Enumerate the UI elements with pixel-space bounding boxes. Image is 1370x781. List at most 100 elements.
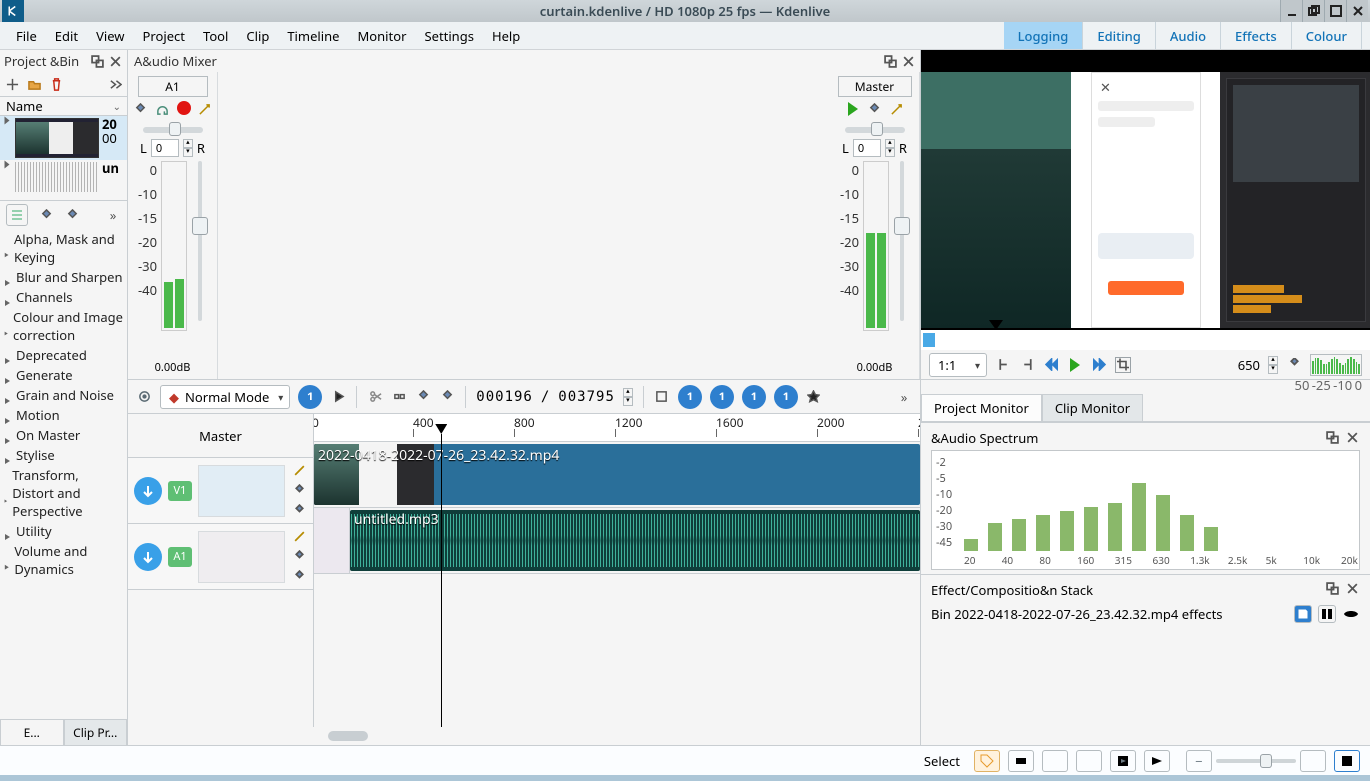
- effects-node[interactable]: Channels: [2, 287, 125, 307]
- effects-node[interactable]: Transform, Distort and Perspective: [2, 465, 125, 521]
- status-tag-icon[interactable]: [974, 750, 1000, 772]
- master-volume-fader[interactable]: [893, 161, 909, 331]
- mix-chip-3[interactable]: 1: [742, 385, 766, 409]
- monitor-zoom-dropdown[interactable]: 1:1: [929, 353, 987, 377]
- mark-in-icon[interactable]: [995, 357, 1011, 373]
- new-folder-icon[interactable]: [26, 76, 42, 92]
- status-preview-icon[interactable]: [1110, 750, 1136, 772]
- status-timeline-icon[interactable]: [1042, 750, 1068, 772]
- panel-float-icon[interactable]: [1325, 429, 1341, 445]
- monitor-frame-spin[interactable]: ▴▾: [1268, 356, 1278, 374]
- track-fx2-icon[interactable]: [291, 483, 307, 499]
- mix-chip-1[interactable]: 1: [678, 385, 702, 409]
- stack-save-icon[interactable]: [1294, 605, 1312, 623]
- timeline-tracks[interactable]: 0400800120016002000240 2022-0418-2022-07…: [314, 414, 920, 727]
- expand-icon[interactable]: [2, 118, 12, 123]
- master-pan-spin[interactable]: ▴▾: [885, 139, 895, 157]
- window-min-button[interactable]: [1280, 0, 1302, 22]
- window-close-button[interactable]: [1346, 0, 1368, 22]
- workspace-colour[interactable]: Colour: [1292, 22, 1362, 49]
- effects-node[interactable]: On Master: [2, 425, 125, 445]
- menu-settings[interactable]: Settings: [416, 24, 481, 48]
- timeline-master-header[interactable]: Master: [128, 414, 313, 458]
- track-lane-a1[interactable]: untitled.mp3: [314, 508, 920, 574]
- monitor-in-marker[interactable]: [923, 333, 935, 347]
- master-fx-icon[interactable]: [867, 101, 883, 117]
- add-clip-icon[interactable]: [4, 76, 20, 92]
- menu-help[interactable]: Help: [484, 24, 528, 48]
- panel-close-icon[interactable]: [1344, 581, 1360, 597]
- timeline-chip-1[interactable]: 1: [298, 385, 322, 409]
- blue-fx-icon[interactable]: [415, 389, 431, 405]
- monitor-fx-icon[interactable]: [1286, 357, 1302, 373]
- menu-edit[interactable]: Edit: [47, 24, 86, 48]
- fx-icon[interactable]: [197, 101, 213, 117]
- pan-slider[interactable]: [143, 127, 203, 133]
- delete-icon[interactable]: [48, 76, 64, 92]
- monitor-ruler[interactable]: [921, 330, 1370, 350]
- menu-view[interactable]: View: [88, 24, 132, 48]
- tab-project-monitor[interactable]: Project Monitor: [921, 394, 1042, 421]
- mixer-channel-label[interactable]: A1: [138, 76, 208, 97]
- play-icon[interactable]: [845, 101, 861, 117]
- volume-fader[interactable]: [191, 161, 207, 331]
- mark-out-icon[interactable]: [1019, 357, 1035, 373]
- effects-fav-icon[interactable]: [38, 207, 54, 223]
- timeline-settings-icon[interactable]: [136, 389, 152, 405]
- master-pan-slider[interactable]: [845, 127, 905, 133]
- timecode-spin[interactable]: ▴▾: [623, 388, 633, 406]
- window-max-button[interactable]: [1324, 0, 1346, 22]
- effects-more-icon[interactable]: »: [105, 207, 121, 223]
- effects-node[interactable]: Colour and Image correction: [2, 307, 125, 345]
- mix-chip-2[interactable]: 1: [710, 385, 734, 409]
- star-favorite-icon[interactable]: [806, 389, 822, 405]
- master-wand-icon[interactable]: [889, 101, 905, 117]
- crop-icon[interactable]: [1115, 357, 1131, 373]
- monitor-play-icon[interactable]: [1067, 357, 1083, 373]
- status-speed-icon[interactable]: [1144, 750, 1170, 772]
- zoom-slider[interactable]: [1216, 759, 1296, 763]
- track-fx-icon[interactable]: [291, 529, 307, 545]
- effects-node[interactable]: Blur and Sharpen: [2, 267, 125, 287]
- pan-value[interactable]: 0: [151, 139, 179, 157]
- stack-visibility-icon[interactable]: [1342, 605, 1360, 623]
- expand-icon[interactable]: [2, 162, 12, 167]
- panel-close-icon[interactable]: [107, 53, 123, 69]
- effects-tab-clip-pr[interactable]: Clip Pr...: [64, 720, 128, 745]
- timeline-play-icon[interactable]: [330, 389, 346, 405]
- clip-video[interactable]: 2022-0418-2022-07-26_23.42.32.mp4: [314, 444, 920, 505]
- effects-fav2-icon[interactable]: [64, 207, 80, 223]
- headphones-icon[interactable]: [155, 101, 171, 117]
- workspace-editing[interactable]: Editing: [1083, 22, 1156, 49]
- effects-node[interactable]: Generate: [2, 365, 125, 385]
- rewind-icon[interactable]: [1043, 357, 1059, 373]
- workspace-effects[interactable]: Effects: [1221, 22, 1292, 49]
- effects-node[interactable]: Stylise: [2, 445, 125, 465]
- track-fx3-icon[interactable]: [291, 569, 307, 585]
- blue-fx2-icon[interactable]: [439, 389, 455, 405]
- stack-split-icon[interactable]: [1318, 605, 1336, 623]
- track-collapse-icon[interactable]: [134, 543, 162, 571]
- scissors-icon[interactable]: [367, 389, 383, 405]
- effects-node[interactable]: Utility: [2, 521, 125, 541]
- mixer-master-label[interactable]: Master: [838, 76, 912, 97]
- panel-float-icon[interactable]: [89, 53, 105, 69]
- track-head-v1[interactable]: V1: [128, 458, 313, 524]
- effects-node[interactable]: Deprecated: [2, 345, 125, 365]
- track-collapse-icon[interactable]: [134, 477, 162, 505]
- timeline-scrollbar[interactable]: [128, 727, 920, 745]
- panel-float-icon[interactable]: [882, 53, 898, 69]
- effects-tab-e[interactable]: E...: [0, 720, 64, 745]
- menu-tool[interactable]: Tool: [195, 24, 236, 48]
- tab-clip-monitor[interactable]: Clip Monitor: [1042, 394, 1143, 421]
- workspace-audio[interactable]: Audio: [1156, 22, 1221, 49]
- status-clip-icon[interactable]: [1008, 750, 1034, 772]
- effects-node[interactable]: Volume and Dynamics: [2, 541, 125, 579]
- spacer-icon[interactable]: [391, 389, 407, 405]
- panel-close-icon[interactable]: [900, 53, 916, 69]
- timeline-ruler[interactable]: 0400800120016002000240: [314, 414, 920, 442]
- effects-node[interactable]: Motion: [2, 405, 125, 425]
- menu-project[interactable]: Project: [135, 24, 193, 48]
- menu-file[interactable]: File: [8, 24, 45, 48]
- track-lane-v1[interactable]: 2022-0418-2022-07-26_23.42.32.mp4: [314, 442, 920, 508]
